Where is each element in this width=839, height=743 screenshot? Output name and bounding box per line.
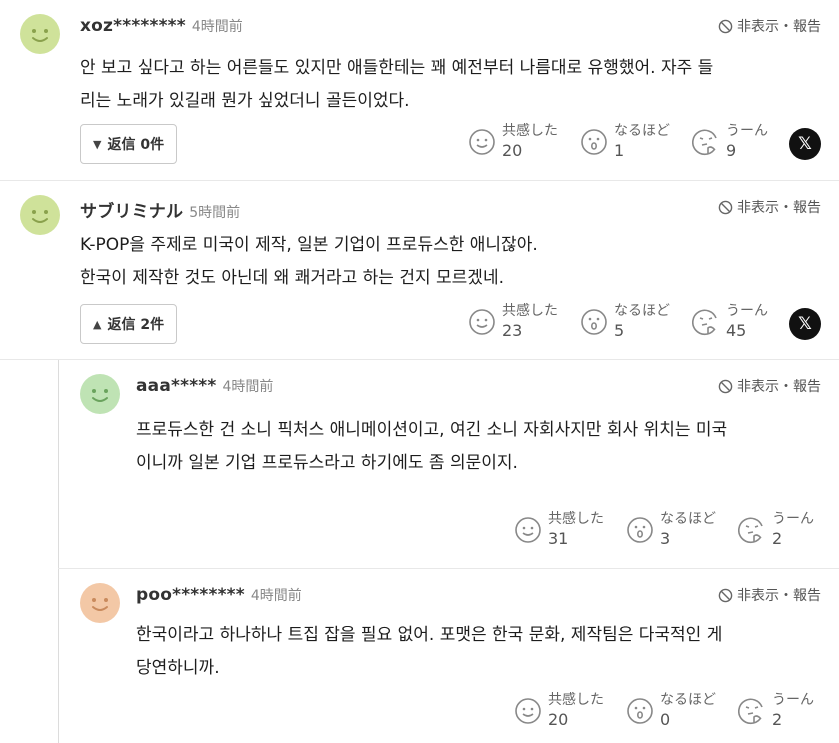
- reaction-label: 共感した: [548, 511, 604, 527]
- smile-face-icon: [514, 697, 542, 725]
- comment-item: xoz******** 4時間前 非表示・報告 안 보고 싶다고 하는 어른들도…: [0, 0, 839, 181]
- reaction-doubt-button[interactable]: うーん 9: [692, 122, 804, 162]
- thinking-face-icon: [692, 308, 720, 336]
- username[interactable]: poo********: [136, 585, 245, 605]
- reaction-count: 2: [772, 529, 783, 548]
- comment-text: 안 보고 싶다고 하는 어른들도 있지만 애들한테는 꽤 예전부터 나름대로 유…: [80, 58, 714, 111]
- reaction-label: うーん: [726, 303, 768, 319]
- prohibited-icon: [718, 379, 733, 393]
- username[interactable]: aaa*****: [136, 376, 216, 396]
- hide-report-button[interactable]: 非表示・報告: [718, 16, 821, 36]
- reaction-insight-button[interactable]: なるほど 3: [626, 510, 738, 550]
- reaction-label: うーん: [726, 123, 768, 139]
- reply-item: aaa***** 4時間前 非表示・報告 프로듀스한 건 소니 픽처스 애니메이…: [58, 360, 839, 569]
- avatar[interactable]: [80, 583, 120, 623]
- thinking-face-icon: [738, 697, 766, 725]
- reaction-count: 0: [660, 710, 671, 729]
- hide-report-button[interactable]: 非表示・報告: [718, 197, 821, 217]
- reply-item: poo******** 4時間前 非表示・報告 한국이라고 하나하나 트집 잡을…: [58, 569, 839, 743]
- comment-item: サブリミナル 5時間前 非表示・報告 K-POP을 주제로 미국이 제작, 일본…: [0, 181, 839, 360]
- replies-label: 返信 0件: [107, 137, 165, 153]
- reaction-count: 45: [726, 321, 747, 340]
- reaction-doubt-button[interactable]: うーん 45: [692, 302, 804, 342]
- reaction-count: 20: [502, 141, 523, 160]
- x-logo-icon: 𝕏: [798, 134, 812, 154]
- reaction-insight-button[interactable]: なるほど 1: [580, 122, 692, 162]
- surprised-face-icon: [626, 697, 654, 725]
- reaction-count: 5: [614, 321, 625, 340]
- hide-report-label: 非表示・報告: [737, 200, 821, 216]
- reaction-doubt-button[interactable]: うーん 2: [738, 691, 839, 731]
- reaction-label: なるほど: [660, 692, 716, 708]
- triangle-up-icon: ▲: [93, 317, 102, 331]
- x-logo-icon: 𝕏: [798, 314, 812, 334]
- reaction-count: 2: [772, 710, 783, 729]
- thinking-face-icon: [692, 128, 720, 156]
- avatar[interactable]: [20, 195, 60, 235]
- reaction-doubt-button[interactable]: うーん 2: [738, 510, 839, 550]
- x-share-button[interactable]: 𝕏: [789, 128, 821, 160]
- reaction-label: 共感した: [502, 123, 558, 139]
- reaction-label: うーん: [772, 692, 814, 708]
- reaction-label: 共感した: [548, 692, 604, 708]
- triangle-down-icon: ▼: [93, 137, 102, 151]
- x-share-button[interactable]: 𝕏: [789, 308, 821, 340]
- thinking-face-icon: [738, 516, 766, 544]
- smile-face-icon: [468, 128, 496, 156]
- comment-text: K-POP을 주제로 미국이 제작, 일본 기업이 프로듀스한 애니잖아. 한국…: [80, 235, 538, 288]
- reaction-count: 3: [660, 529, 671, 548]
- timestamp: 5時間前: [189, 205, 241, 221]
- reaction-count: 31: [548, 529, 569, 548]
- timestamp: 4時間前: [250, 588, 302, 604]
- timestamp: 4時間前: [222, 379, 274, 395]
- avatar[interactable]: [20, 14, 60, 54]
- reaction-count: 9: [726, 141, 737, 160]
- reaction-empathy-button[interactable]: 共感した 31: [514, 510, 626, 550]
- reaction-insight-button[interactable]: なるほど 5: [580, 302, 692, 342]
- comment-text: 한국이라고 하나하나 트집 잡을 필요 없어. 포맷은 한국 문화, 제작팀은 …: [136, 625, 723, 678]
- reaction-empathy-button[interactable]: 共感した 20: [514, 691, 626, 731]
- surprised-face-icon: [626, 516, 654, 544]
- username[interactable]: サブリミナル: [80, 197, 183, 222]
- reaction-count: 20: [548, 710, 569, 729]
- smile-face-icon: [514, 516, 542, 544]
- replies-toggle-button[interactable]: ▲ 返信 2件: [80, 304, 178, 344]
- hide-report-label: 非表示・報告: [737, 379, 821, 395]
- reaction-count: 1: [614, 141, 625, 160]
- reaction-empathy-button[interactable]: 共感した 23: [468, 302, 580, 342]
- hide-report-label: 非表示・報告: [737, 19, 821, 35]
- smile-face-icon: [468, 308, 496, 336]
- hide-report-button[interactable]: 非表示・報告: [718, 376, 821, 396]
- reaction-label: 共感した: [502, 303, 558, 319]
- replies-toggle-button[interactable]: ▼ 返信 0件: [80, 124, 178, 164]
- avatar[interactable]: [80, 374, 120, 414]
- reaction-label: なるほど: [614, 303, 670, 319]
- replies-label: 返信 2件: [107, 317, 165, 333]
- reaction-label: うーん: [772, 511, 814, 527]
- timestamp: 4時間前: [191, 19, 243, 35]
- hide-report-label: 非表示・報告: [737, 588, 821, 604]
- comment-text: 프로듀스한 건 소니 픽처스 애니메이션이고, 여긴 소니 자회사지만 회사 위…: [136, 420, 728, 473]
- reaction-insight-button[interactable]: なるほど 0: [626, 691, 738, 731]
- prohibited-icon: [718, 200, 733, 214]
- username[interactable]: xoz********: [80, 16, 186, 36]
- hide-report-button[interactable]: 非表示・報告: [718, 585, 821, 605]
- prohibited-icon: [718, 19, 733, 33]
- reaction-count: 23: [502, 321, 523, 340]
- reaction-label: なるほど: [660, 511, 716, 527]
- prohibited-icon: [718, 588, 733, 602]
- reaction-label: なるほど: [614, 123, 670, 139]
- surprised-face-icon: [580, 128, 608, 156]
- surprised-face-icon: [580, 308, 608, 336]
- reaction-empathy-button[interactable]: 共感した 20: [468, 122, 580, 162]
